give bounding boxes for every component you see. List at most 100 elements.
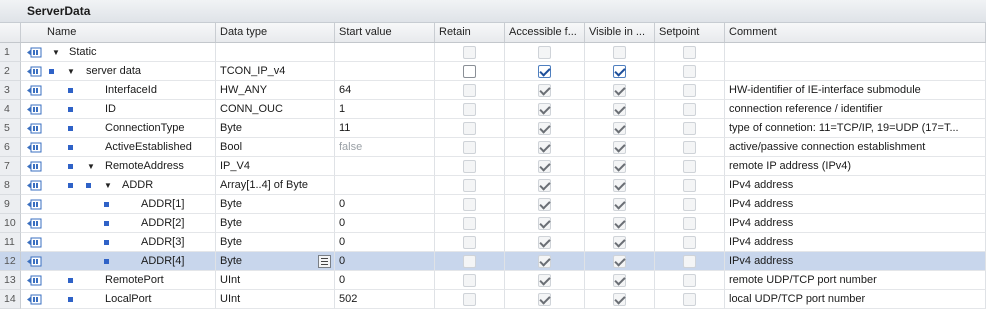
table-row[interactable]: 1 ▼ Static [0,43,986,62]
retain-checkbox[interactable] [463,65,476,78]
datatype-cell[interactable]: Array[1..4] of Byte [216,176,335,195]
accessible-checkbox[interactable] [538,46,551,59]
visible-checkbox[interactable] [613,122,626,135]
row-number[interactable]: 6 [0,138,21,157]
start-value-cell[interactable]: false [335,138,435,157]
row-number[interactable]: 10 [0,214,21,233]
table-row[interactable]: 6 ActiveEstablished Bool false active/passiv… [0,138,986,157]
comment-cell[interactable]: local UDP/TCP port number [725,290,986,309]
table-row[interactable]: 13 RemotePort UInt 0 remote UDP/TCP port num… [0,271,986,290]
table-row[interactable]: 14 LocalPort UInt 502 local UDP/TCP port num… [0,290,986,309]
header-retain[interactable]: Retain [435,23,505,42]
datatype-cell[interactable]: Byte [216,233,335,252]
start-value-cell[interactable] [335,176,435,195]
row-number[interactable]: 2 [0,62,21,81]
visible-checkbox[interactable] [613,160,626,173]
accessible-checkbox[interactable] [538,84,551,97]
visible-checkbox[interactable] [613,236,626,249]
datatype-picker-icon[interactable] [318,255,331,268]
start-value-cell[interactable]: 11 [335,119,435,138]
retain-checkbox[interactable] [463,179,476,192]
setpoint-checkbox[interactable] [683,274,696,287]
setpoint-checkbox[interactable] [683,65,696,78]
accessible-checkbox[interactable] [538,293,551,306]
row-number[interactable]: 3 [0,81,21,100]
setpoint-checkbox[interactable] [683,84,696,97]
retain-checkbox[interactable] [463,255,476,268]
datatype-cell[interactable] [216,43,335,62]
table-row[interactable]: 5 ConnectionType Byte 11 type of connetion: … [0,119,986,138]
visible-checkbox[interactable] [613,217,626,230]
datatype-cell[interactable]: Byte [216,252,335,271]
name-cell[interactable]: InterfaceId [21,81,216,100]
accessible-checkbox[interactable] [538,103,551,116]
row-number[interactable]: 4 [0,100,21,119]
datatype-cell[interactable]: UInt [216,271,335,290]
start-value-cell[interactable]: 0 [335,252,435,271]
header-comment[interactable]: Comment [725,23,986,42]
name-cell[interactable]: ▼ RemoteAddress [21,157,216,176]
visible-checkbox[interactable] [613,255,626,268]
accessible-checkbox[interactable] [538,255,551,268]
retain-checkbox[interactable] [463,46,476,59]
setpoint-checkbox[interactable] [683,46,696,59]
accessible-checkbox[interactable] [538,65,551,78]
datatype-cell[interactable]: Byte [216,214,335,233]
start-value-cell[interactable] [335,157,435,176]
name-cell[interactable]: ActiveEstablished [21,138,216,157]
comment-cell[interactable]: IPv4 address [725,252,986,271]
table-row[interactable]: 9 ADDR[1] Byte 0 IPv4 address [0,195,986,214]
retain-checkbox[interactable] [463,84,476,97]
row-number[interactable]: 11 [0,233,21,252]
table-row[interactable]: 7 ▼ RemoteAddress IP_V4 remote IP address (I… [0,157,986,176]
header-datatype[interactable]: Data type [216,23,335,42]
comment-cell[interactable] [725,62,986,81]
visible-checkbox[interactable] [613,179,626,192]
visible-checkbox[interactable] [613,274,626,287]
start-value-cell[interactable]: 0 [335,233,435,252]
name-cell[interactable]: ADDR[2] [21,214,216,233]
name-cell[interactable]: ADDR[4] [21,252,216,271]
setpoint-checkbox[interactable] [683,179,696,192]
table-row[interactable]: 8 ▼ ADDR Array[1..4] of Byte IPv4 address [0,176,986,195]
header-accessible[interactable]: Accessible f... [505,23,585,42]
accessible-checkbox[interactable] [538,122,551,135]
datatype-cell[interactable]: Bool [216,138,335,157]
header-start-value[interactable]: Start value [335,23,435,42]
table-row[interactable]: 12 ADDR[4] Byte 0 IPv4 address [0,252,986,271]
comment-cell[interactable]: IPv4 address [725,195,986,214]
datatype-cell[interactable]: Byte [216,119,335,138]
comment-cell[interactable]: HW-identifier of IE-interface submodule [725,81,986,100]
accessible-checkbox[interactable] [538,179,551,192]
accessible-checkbox[interactable] [538,160,551,173]
header-setpoint[interactable]: Setpoint [655,23,725,42]
retain-checkbox[interactable] [463,160,476,173]
row-number[interactable]: 9 [0,195,21,214]
row-number[interactable]: 7 [0,157,21,176]
datatype-cell[interactable]: Byte [216,195,335,214]
row-number[interactable]: 8 [0,176,21,195]
comment-cell[interactable]: IPv4 address [725,214,986,233]
header-visible[interactable]: Visible in ... [585,23,655,42]
name-cell[interactable]: ADDR[3] [21,233,216,252]
setpoint-checkbox[interactable] [683,122,696,135]
retain-checkbox[interactable] [463,198,476,211]
name-cell[interactable]: LocalPort [21,290,216,309]
retain-checkbox[interactable] [463,122,476,135]
retain-checkbox[interactable] [463,274,476,287]
setpoint-checkbox[interactable] [683,217,696,230]
setpoint-checkbox[interactable] [683,255,696,268]
visible-checkbox[interactable] [613,293,626,306]
visible-checkbox[interactable] [613,65,626,78]
start-value-cell[interactable]: 0 [335,271,435,290]
name-cell[interactable]: ID [21,100,216,119]
comment-cell[interactable]: active/passive connection establishment [725,138,986,157]
accessible-checkbox[interactable] [538,217,551,230]
retain-checkbox[interactable] [463,293,476,306]
setpoint-checkbox[interactable] [683,236,696,249]
start-value-cell[interactable]: 0 [335,195,435,214]
visible-checkbox[interactable] [613,103,626,116]
row-number[interactable]: 1 [0,43,21,62]
setpoint-checkbox[interactable] [683,103,696,116]
setpoint-checkbox[interactable] [683,198,696,211]
